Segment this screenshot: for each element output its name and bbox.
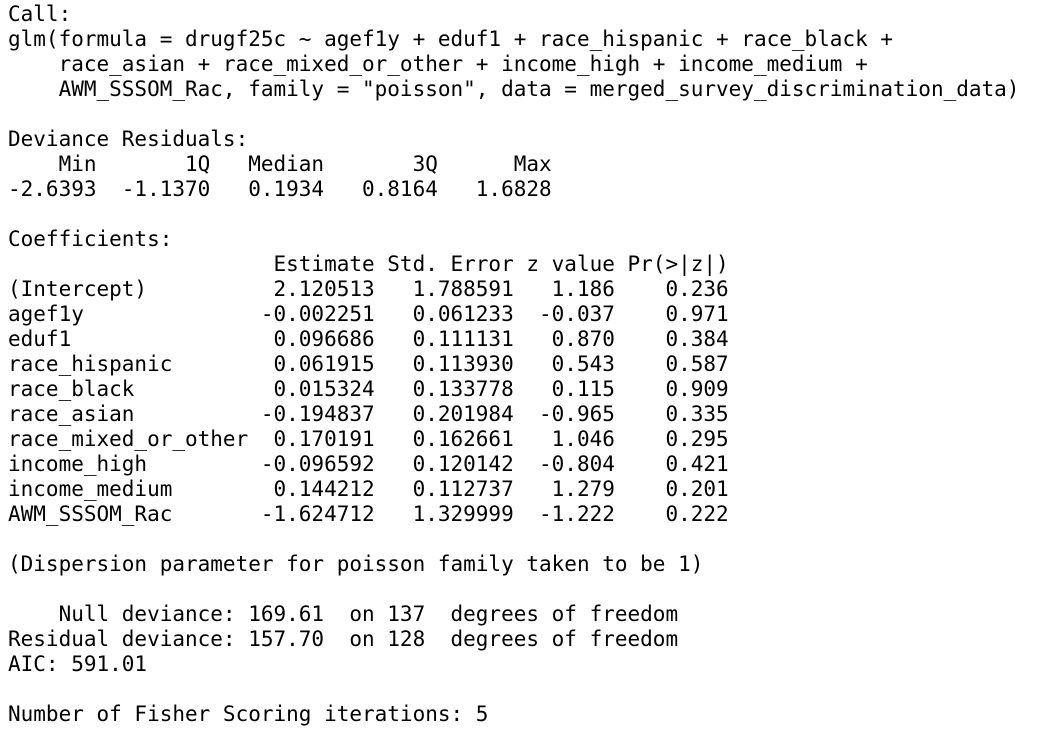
coefficients-header: Coefficients: <box>8 227 173 251</box>
residual-deviance-line: Residual deviance: 157.70 on 128 degrees… <box>8 627 679 651</box>
coefficient-row-race-hispanic: race_hispanic 0.061915 0.113930 0.543 0.… <box>8 352 729 376</box>
coefficient-row-eduf1: eduf1 0.096686 0.111131 0.870 0.384 <box>8 327 729 351</box>
call-formula-line-1: glm(formula = drugf25c ~ agef1y + eduf1 … <box>8 27 906 51</box>
coefficient-row-awm-sssom-rac: AWM_SSSOM_Rac -1.624712 1.329999 -1.222 … <box>8 502 729 526</box>
deviance-residuals-values: -2.6393 -1.1370 0.1934 0.8164 1.6828 <box>8 177 577 201</box>
call-formula-line-2: race_asian + race_mixed_or_other + incom… <box>8 52 881 76</box>
coefficient-row-race-black: race_black 0.015324 0.133778 0.115 0.909 <box>8 377 729 401</box>
call-header: Call: <box>8 2 72 26</box>
null-deviance-line: Null deviance: 169.61 on 137 degrees of … <box>8 602 679 626</box>
coefficients-column-header: Estimate Std. Error z value Pr(>|z|) <box>8 252 729 276</box>
coefficient-row-income-high: income_high -0.096592 0.120142 -0.804 0.… <box>8 452 729 476</box>
coefficient-row-intercept: (Intercept) 2.120513 1.788591 1.186 0.23… <box>8 277 729 301</box>
dispersion-note: (Dispersion parameter for poisson family… <box>8 552 704 576</box>
coefficient-row-race-mixed-or-other: race_mixed_or_other 0.170191 0.162661 1.… <box>8 427 729 451</box>
aic-line: AIC: 591.01 <box>8 652 148 676</box>
coefficient-row-agef1y: agef1y -0.002251 0.061233 -0.037 0.971 <box>8 302 729 326</box>
deviance-residuals-header: Deviance Residuals: <box>8 127 261 151</box>
r-console-output: Call: glm(formula = drugf25c ~ agef1y + … <box>8 2 1019 727</box>
deviance-residuals-labels: Min 1Q Median 3Q Max <box>8 152 577 176</box>
fisher-iterations-line: Number of Fisher Scoring iterations: 5 <box>8 702 489 726</box>
coefficient-row-income-medium: income_medium 0.144212 0.112737 1.279 0.… <box>8 477 729 501</box>
coefficient-row-race-asian: race_asian -0.194837 0.201984 -0.965 0.3… <box>8 402 729 426</box>
call-formula-line-3: AWM_SSSOM_Rac, family = "poisson", data … <box>8 77 1020 101</box>
